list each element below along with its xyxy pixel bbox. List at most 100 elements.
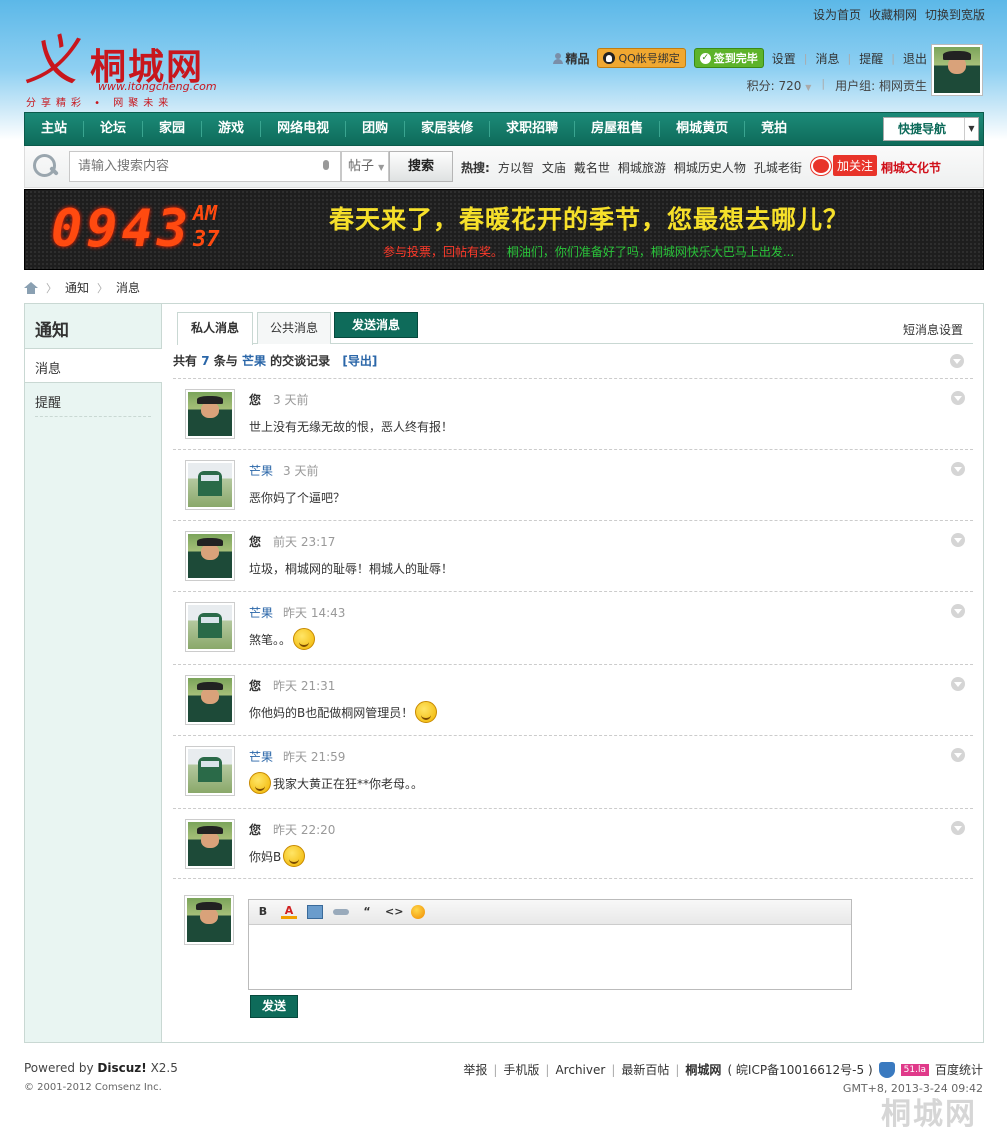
qq-icon: [603, 52, 616, 64]
reply-textarea[interactable]: [249, 925, 851, 989]
nav-item-auction[interactable]: 竞拍: [745, 121, 803, 137]
avatar[interactable]: [185, 675, 235, 725]
logo-url: www.itongcheng.com: [98, 80, 217, 93]
search-input[interactable]: [69, 151, 341, 182]
smiley-icon[interactable]: [411, 905, 425, 919]
mobile-link[interactable]: 手机版: [503, 1061, 539, 1078]
quick-nav-button[interactable]: 快捷导航 ▼: [883, 117, 979, 141]
archiver-link[interactable]: Archiver: [555, 1063, 605, 1077]
top-links: 设为首页 收藏桐网 切换到宽版: [813, 6, 985, 23]
avatar[interactable]: [185, 531, 235, 581]
user-group[interactable]: 用户组: 桐网贡生: [835, 77, 927, 94]
message-menu-icon[interactable]: [951, 604, 965, 618]
code-icon[interactable]: <>: [385, 905, 403, 919]
messages-link[interactable]: 消息: [816, 50, 840, 67]
user-avatar[interactable]: [931, 44, 983, 96]
icp-link[interactable]: ( 皖ICP备10016612号-5 ): [727, 1061, 872, 1078]
jingpin-link[interactable]: 精品: [553, 50, 589, 67]
message-menu-icon[interactable]: [951, 391, 965, 405]
sidebar-item-reminders[interactable]: 提醒: [35, 383, 151, 417]
nav-item-main[interactable]: 主站: [25, 121, 85, 137]
search-button[interactable]: 搜索: [389, 151, 453, 182]
weibo-follow-button[interactable]: 加关注: [811, 155, 878, 176]
signin-button[interactable]: ✓ 签到完毕: [693, 48, 764, 68]
nav-item-yellowpages[interactable]: 桐城黄页: [660, 121, 746, 137]
message-menu-icon[interactable]: [951, 821, 965, 835]
avatar[interactable]: [185, 460, 235, 510]
culture-festival-link[interactable]: 桐城文化节: [881, 159, 941, 176]
breadcrumb-notice[interactable]: 通知: [65, 279, 89, 296]
bookmark-link[interactable]: 收藏桐网: [869, 6, 917, 23]
hot-word[interactable]: 戴名世: [574, 159, 610, 176]
site-name-link[interactable]: 桐城网: [685, 1061, 721, 1078]
message-item: 芒果 昨天 14:43 煞笔。。: [173, 591, 973, 664]
sidebar-item-messages[interactable]: 消息: [25, 349, 162, 383]
avatar[interactable]: [185, 389, 235, 439]
export-link[interactable]: [导出]: [342, 354, 377, 368]
search-type-label: 帖子: [348, 159, 375, 174]
font-color-icon[interactable]: A: [281, 905, 297, 919]
qq-bind-button[interactable]: QQ帐号绑定: [597, 48, 686, 68]
led-banner[interactable]: 0943 AM 37 春天来了，春暖花开的季节，您最想去哪儿？ 参与投票，回帖有…: [24, 189, 984, 270]
avatar[interactable]: [185, 602, 235, 652]
message-menu-icon[interactable]: [951, 533, 965, 547]
link-icon[interactable]: [333, 909, 349, 915]
nav-item-housing[interactable]: 房屋租售: [575, 121, 661, 137]
latest-posts-link[interactable]: 最新百帖: [621, 1061, 669, 1078]
nav-item-jobs[interactable]: 求职招聘: [490, 121, 576, 137]
tab-public[interactable]: 公共消息: [257, 312, 331, 344]
hot-word[interactable]: 文庙: [542, 159, 566, 176]
security-shield-icon[interactable]: [878, 1061, 895, 1078]
nav-item-games[interactable]: 游戏: [202, 121, 262, 137]
message-sender[interactable]: 芒果: [249, 748, 273, 765]
hot-word[interactable]: 孔城老街: [754, 159, 802, 176]
score-dropdown[interactable]: 积分: 720 ▼: [747, 77, 812, 94]
hot-word[interactable]: 方以智: [498, 159, 534, 176]
divider: |: [545, 1062, 550, 1077]
message-menu-icon[interactable]: [951, 462, 965, 476]
message-menu-icon[interactable]: [951, 677, 965, 691]
tab-private[interactable]: 私人消息: [177, 312, 253, 345]
hot-word[interactable]: 桐城历史人物: [674, 159, 746, 176]
avatar[interactable]: [185, 819, 235, 869]
hot-search-label: 热搜:: [461, 161, 490, 175]
set-homepage-link[interactable]: 设为首页: [813, 6, 861, 23]
nav-item-forum[interactable]: 论坛: [84, 121, 144, 137]
avatar[interactable]: [185, 746, 235, 796]
send-button[interactable]: 发送: [250, 995, 298, 1018]
message-menu-icon[interactable]: [951, 748, 965, 762]
microphone-icon[interactable]: [323, 160, 329, 170]
wide-mode-link[interactable]: 切换到宽版: [925, 6, 985, 23]
site-logo[interactable]: 义 桐城网 www.itongcheng.com 分享精彩 • 网聚未来: [24, 34, 224, 110]
message-item: 芒果 3 天前 恶你妈了个逼吧？: [173, 449, 973, 520]
thinking-smiley-icon: [249, 772, 271, 794]
nav-item-tv[interactable]: 网络电视: [261, 121, 347, 137]
hot-word[interactable]: 桐城旅游: [618, 159, 666, 176]
logout-link[interactable]: 退出: [903, 50, 927, 67]
settings-link[interactable]: 设置: [772, 50, 796, 67]
message-item: 您 3 天前 世上没有无缘无故的恨，恶人终有报！: [173, 378, 973, 449]
copyright: © 2001-2012 Comsenz Inc.: [24, 1082, 162, 1093]
discuz-link[interactable]: Discuz!: [97, 1061, 146, 1075]
image-icon[interactable]: [307, 905, 323, 919]
51la-badge[interactable]: 51.la: [900, 1063, 929, 1076]
send-message-button[interactable]: 发送消息: [334, 312, 418, 338]
home-icon[interactable]: [24, 281, 38, 294]
quote-icon[interactable]: “: [359, 905, 375, 919]
search-type-select[interactable]: 帖子 ▼: [341, 151, 389, 182]
signin-label: 签到完毕: [713, 52, 758, 65]
reminders-link[interactable]: 提醒: [859, 50, 883, 67]
summary-user[interactable]: 芒果: [242, 354, 266, 368]
bold-icon[interactable]: B: [255, 905, 271, 919]
report-link[interactable]: 举报: [463, 1061, 487, 1078]
message-sender[interactable]: 芒果: [249, 462, 273, 479]
grin-smiley-icon: [415, 701, 438, 723]
message-text: 我家大黄正在狂**你老母。。: [273, 776, 424, 791]
nav-item-decor[interactable]: 家居装修: [405, 121, 491, 137]
message-sender[interactable]: 芒果: [249, 604, 273, 621]
sms-settings-link[interactable]: 短消息设置: [903, 321, 963, 338]
nav-item-home[interactable]: 家园: [143, 121, 203, 137]
nav-item-groupbuy[interactable]: 团购: [346, 121, 406, 137]
collapse-icon[interactable]: [950, 354, 964, 368]
baidu-stats-link[interactable]: 百度统计: [935, 1061, 983, 1078]
